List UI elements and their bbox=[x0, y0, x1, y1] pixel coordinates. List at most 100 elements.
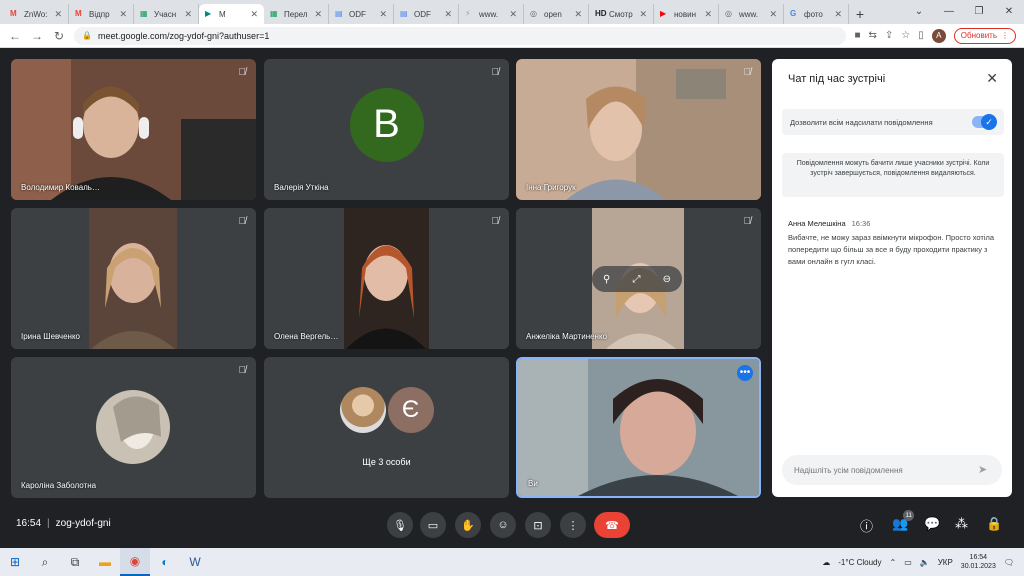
tab-close-icon[interactable]: ✕ bbox=[444, 9, 452, 20]
more-participants-tile[interactable]: Є Ще 3 особи bbox=[264, 357, 509, 498]
more-options-icon[interactable]: ••• bbox=[737, 365, 753, 381]
participant-name: Кароліна Заболотна bbox=[21, 481, 97, 490]
participant-tile[interactable]: В 🎙̸ Валерія Уткіна bbox=[264, 59, 509, 200]
fullscreen-icon[interactable]: ⤢ bbox=[632, 274, 640, 285]
chat-message-input[interactable] bbox=[782, 455, 1002, 485]
file-explorer-icon[interactable]: ▬ bbox=[90, 548, 120, 576]
remove-icon[interactable]: ⊖ bbox=[663, 274, 671, 285]
tab-close-icon[interactable]: ✕ bbox=[250, 9, 258, 20]
minimize-button[interactable]: — bbox=[934, 0, 964, 22]
tab-close-icon[interactable]: ✕ bbox=[314, 9, 322, 20]
camera-icon[interactable]: ■ bbox=[854, 30, 860, 41]
reactions-button[interactable]: ☺ bbox=[490, 512, 516, 538]
taskbar-clock[interactable]: 16:54 30.01.2023 bbox=[961, 553, 996, 571]
word-icon[interactable]: W bbox=[180, 548, 210, 576]
present-button[interactable]: ⊡ bbox=[525, 512, 551, 538]
search-icon[interactable]: ⌕ bbox=[30, 548, 60, 576]
task-view-icon[interactable]: ⧉ bbox=[60, 548, 90, 576]
notifications-icon[interactable]: 🗨 bbox=[1004, 558, 1014, 567]
tab-close-icon[interactable]: ✕ bbox=[119, 9, 127, 20]
reload-button[interactable]: ↻ bbox=[52, 29, 66, 43]
tab-close-icon[interactable]: ✕ bbox=[639, 9, 647, 20]
tab-close-icon[interactable]: ✕ bbox=[54, 9, 62, 20]
activities-icon[interactable]: ⁂ bbox=[955, 516, 968, 532]
windows-start-icon[interactable]: ⊞ bbox=[0, 548, 30, 576]
clock-date: 30.01.2023 bbox=[960, 563, 996, 570]
weather-text[interactable]: -1°C Cloudy bbox=[838, 558, 881, 567]
participant-tile[interactable]: 🎙̸ Інна Григорук bbox=[516, 59, 761, 200]
profile-avatar[interactable]: A bbox=[931, 28, 946, 43]
tab-favicon-icon: G bbox=[790, 9, 797, 18]
participant-name: Ви bbox=[528, 479, 538, 488]
browser-tab[interactable]: M ZnWo: ✕ bbox=[4, 4, 69, 24]
new-tab-button[interactable]: + bbox=[849, 4, 871, 24]
language-indicator[interactable]: УКР bbox=[938, 558, 953, 567]
browser-tab[interactable]: ▦ Перел ✕ bbox=[264, 4, 329, 24]
tab-close-icon[interactable]: ✕ bbox=[704, 9, 712, 20]
tab-favicon-icon: ▤ bbox=[335, 9, 343, 18]
volume-icon[interactable]: 🔈 bbox=[920, 558, 930, 567]
forward-button[interactable]: → bbox=[30, 29, 44, 43]
info-icon[interactable]: ⓘ bbox=[860, 516, 873, 535]
browser-tab[interactable]: M Відпр ✕ bbox=[69, 4, 134, 24]
tab-close-icon[interactable]: ✕ bbox=[379, 9, 387, 20]
update-button[interactable]: Обновить ⋮ bbox=[953, 27, 1016, 44]
mic-off-icon: 🎙̸ bbox=[238, 365, 247, 376]
participant-tile[interactable]: ⚲ ⤢ ⊖ 🎙̸ Анжеліка Мартиненко bbox=[516, 208, 761, 349]
tab-close-icon[interactable]: ✕ bbox=[509, 9, 517, 20]
pin-icon[interactable]: ⚲ bbox=[603, 274, 610, 285]
participant-tile[interactable]: 🎙̸ Володимир Коваль… bbox=[11, 59, 256, 200]
browser-tab[interactable]: ▤ ODF ✕ bbox=[329, 4, 394, 24]
allow-messages-row[interactable]: Дозволити всім надсилати повідомлення ✓ bbox=[782, 109, 1004, 135]
browser-tab[interactable]: ▶ M ✕ bbox=[199, 4, 264, 24]
participant-tile[interactable]: 🎙̸ Олена Вергель… bbox=[264, 208, 509, 349]
browser-tab[interactable]: ▤ ODF ✕ bbox=[394, 4, 459, 24]
browser-tab[interactable]: HD Смотр ✕ bbox=[589, 4, 654, 24]
browser-tab-strip: M ZnWo: ✕ M Відпр ✕ ▦ Учасн ✕ ▶ M ✕ ▦ Перел ✕ ▤ ODF ✕ ▤ ODF… bbox=[0, 0, 1024, 24]
translate-icon[interactable]: ⇆ bbox=[869, 30, 877, 41]
side-panel-icon[interactable]: ▯ bbox=[918, 30, 924, 41]
tab-label: Смотр bbox=[609, 9, 633, 19]
share-icon[interactable]: ⇪ bbox=[885, 30, 893, 41]
address-bar[interactable]: 🔒 meet.google.com/zog-ydof-gni?authuser=… bbox=[74, 26, 847, 45]
mic-off-icon: 🎙̸ bbox=[743, 216, 752, 227]
tab-label: новин bbox=[674, 9, 697, 19]
chevron-down-icon[interactable]: ⌄ bbox=[904, 0, 934, 22]
close-icon[interactable]: ✕ bbox=[986, 70, 998, 87]
browser-tab[interactable]: ▶ новин ✕ bbox=[654, 4, 719, 24]
edge-icon[interactable]: ◐ bbox=[150, 548, 180, 576]
back-button[interactable]: ← bbox=[8, 29, 22, 43]
leave-call-button[interactable]: ☎ bbox=[594, 512, 630, 538]
maximize-button[interactable]: ❐ bbox=[964, 0, 994, 22]
avatar: В bbox=[349, 87, 424, 162]
raise-hand-button[interactable]: ✋ bbox=[455, 512, 481, 538]
browser-tab[interactable]: ◎ www. ✕ bbox=[719, 4, 784, 24]
browser-tab[interactable]: ⚡ www. ✕ bbox=[459, 4, 524, 24]
allow-messages-toggle[interactable]: ✓ bbox=[972, 114, 997, 130]
microphone-button[interactable]: 🎙 bbox=[387, 512, 413, 538]
browser-tab[interactable]: ◎ open ✕ bbox=[524, 4, 589, 24]
participant-tile[interactable]: 🎙̸ Кароліна Заболотна bbox=[11, 357, 256, 498]
tab-close-icon[interactable]: ✕ bbox=[834, 9, 842, 20]
tab-close-icon[interactable]: ✕ bbox=[769, 9, 777, 20]
host-controls-icon[interactable]: 🔒 bbox=[986, 516, 1002, 532]
camera-button[interactable]: ▭ bbox=[420, 512, 446, 538]
bookmark-star-icon[interactable]: ☆ bbox=[901, 30, 910, 41]
more-options-button[interactable]: ⋮ bbox=[560, 512, 586, 538]
send-icon[interactable]: ➤ bbox=[978, 463, 987, 476]
close-window-button[interactable]: ✕ bbox=[994, 0, 1024, 22]
people-button[interactable]: 👥 11 bbox=[892, 510, 915, 532]
browser-tab[interactable]: Gфото ✕ bbox=[784, 4, 849, 24]
participant-tile[interactable]: 🎙̸ Ірина Шевченко bbox=[11, 208, 256, 349]
hand-icon: ✋ bbox=[461, 519, 475, 532]
tab-close-icon[interactable]: ✕ bbox=[184, 9, 192, 20]
self-view-tile[interactable]: ••• Ви bbox=[516, 357, 761, 498]
network-icon[interactable]: ▭ bbox=[904, 558, 912, 567]
chat-icon[interactable]: 💬 bbox=[924, 516, 940, 532]
chevron-up-icon[interactable]: ⌃ bbox=[889, 558, 896, 567]
tab-label: ZnWo: bbox=[24, 9, 48, 19]
chrome-icon[interactable]: ◉ bbox=[120, 548, 150, 576]
tab-label: Учасн bbox=[154, 9, 177, 19]
browser-tab[interactable]: ▦ Учасн ✕ bbox=[134, 4, 199, 24]
tab-close-icon[interactable]: ✕ bbox=[574, 9, 582, 20]
